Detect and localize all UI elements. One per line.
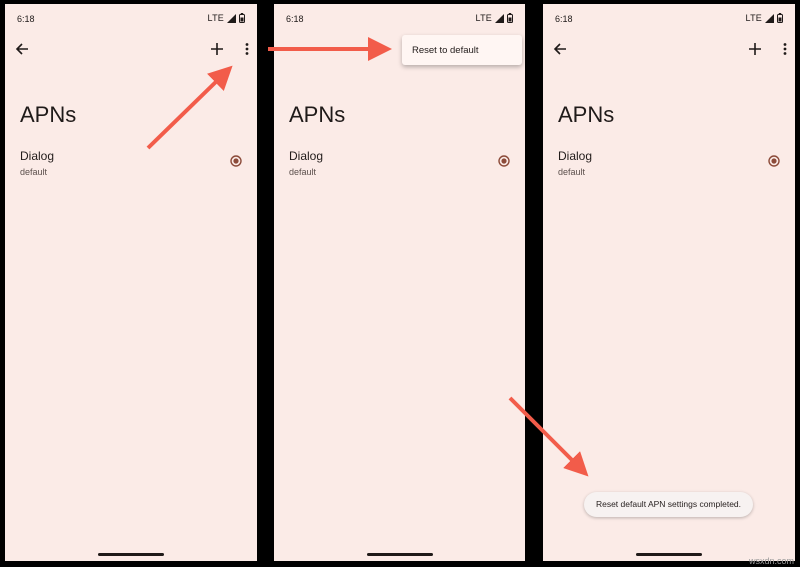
watermark: wsxdn.com <box>748 556 794 566</box>
annotation-arrows <box>146 37 589 477</box>
arrow-to-toast <box>508 396 589 477</box>
arrow-to-more-menu <box>146 65 233 150</box>
